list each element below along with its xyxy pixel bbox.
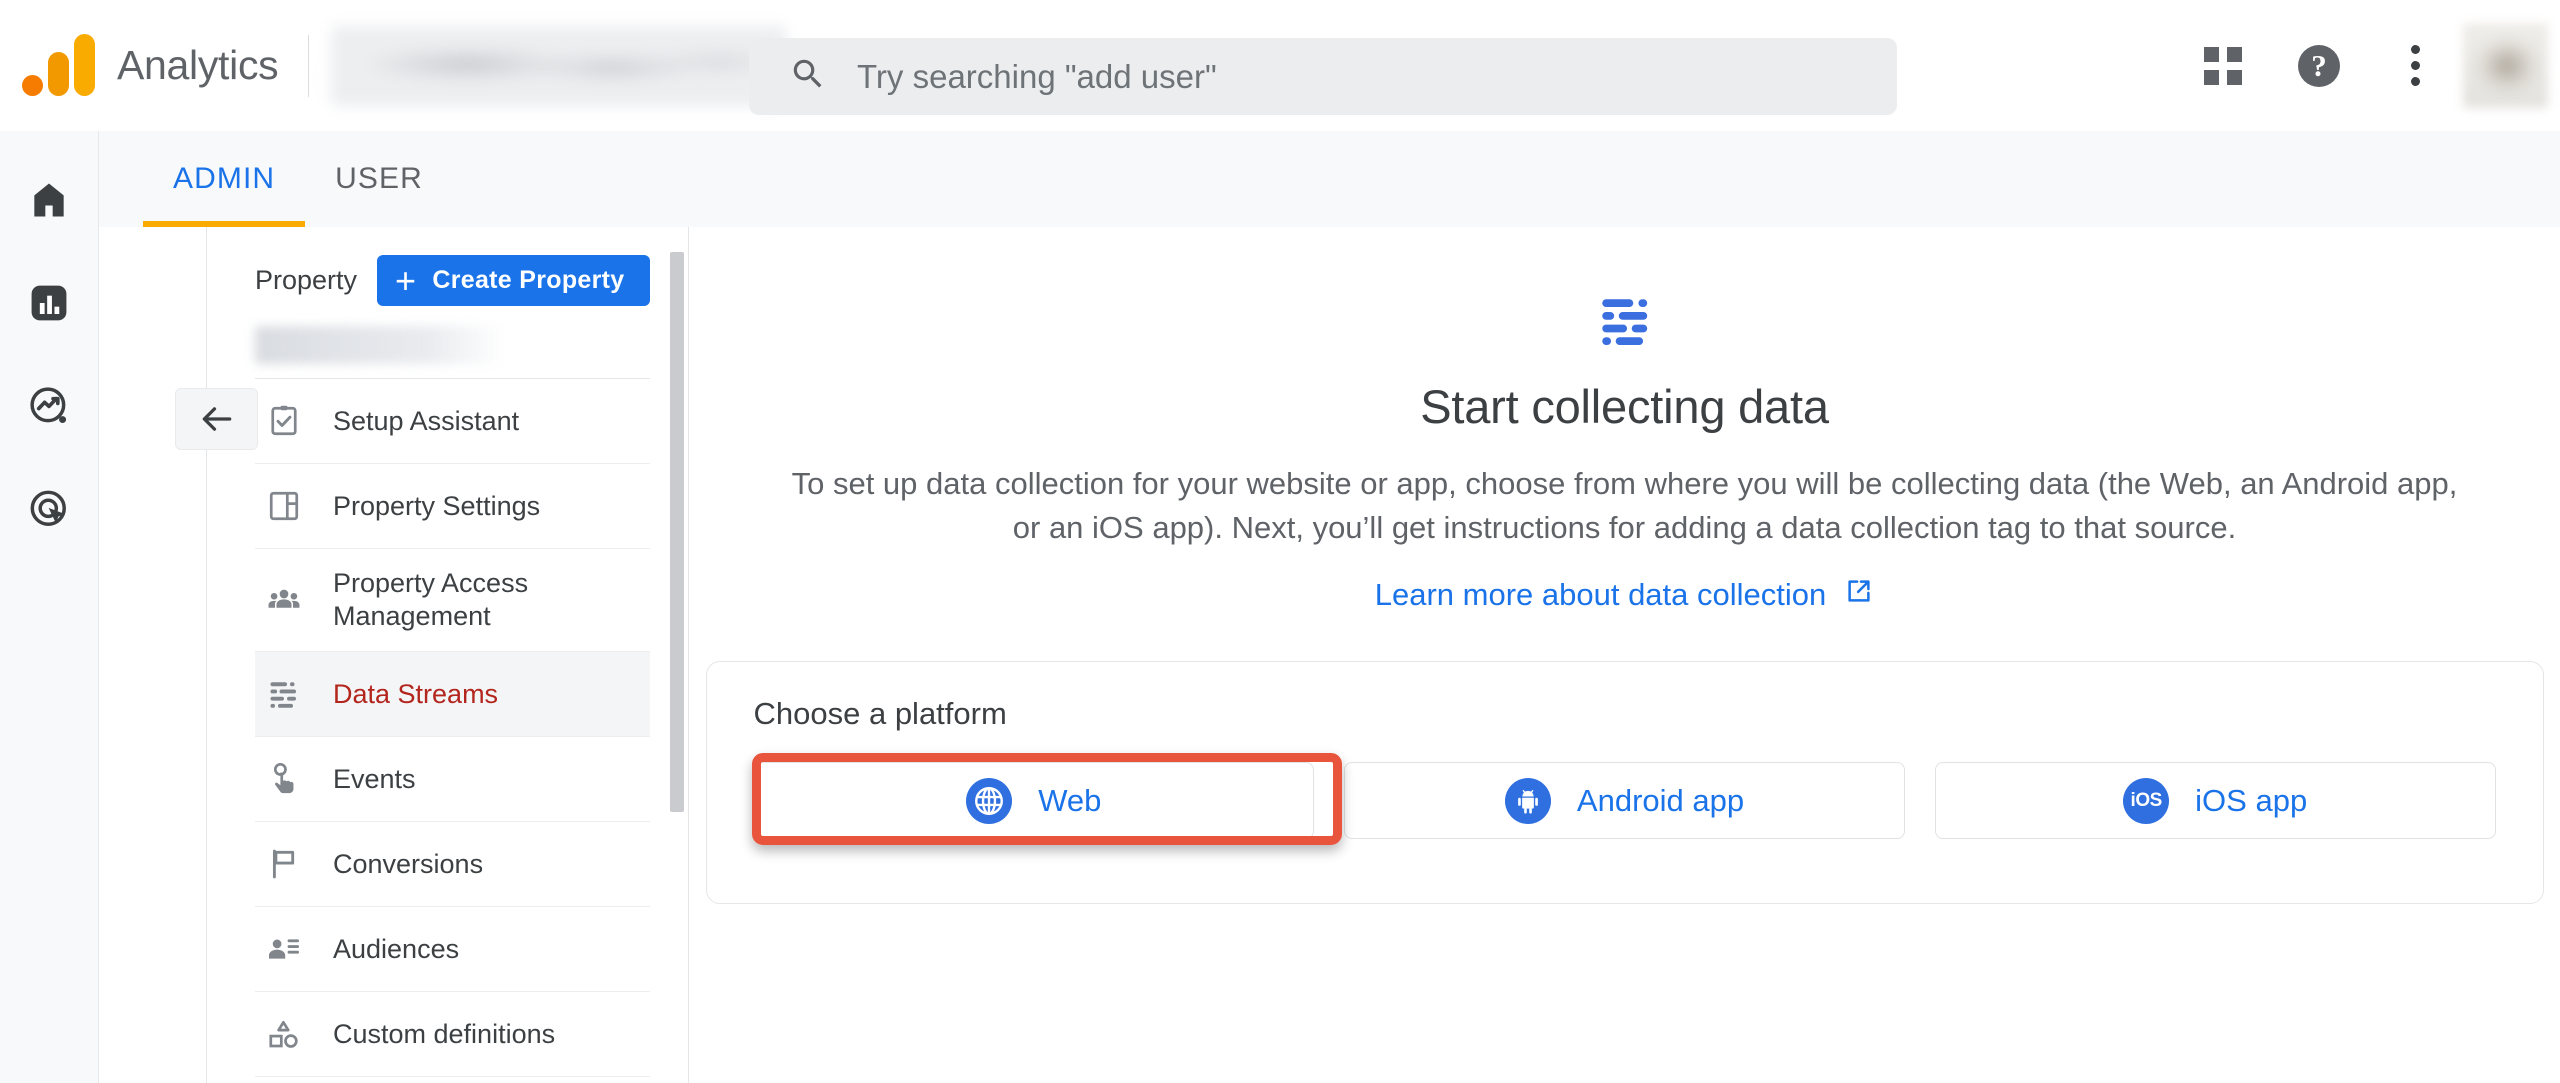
create-property-button[interactable]: + Create Property — [377, 255, 651, 306]
android-icon — [1504, 777, 1551, 824]
nav-item-audiences[interactable]: Audiences — [255, 907, 650, 992]
sidebar-item-reports[interactable] — [18, 272, 80, 334]
flag-icon — [263, 846, 305, 882]
sidebar-item-home[interactable] — [18, 169, 80, 231]
nav-item-property-settings[interactable]: Property Settings — [255, 464, 650, 549]
nav-item-custom-definitions[interactable]: Custom definitions — [255, 992, 650, 1077]
nav-label: Property Access Management — [333, 568, 529, 631]
search-input[interactable] — [857, 57, 1757, 96]
nav-item-property-access-management[interactable]: Property Access Management — [255, 549, 650, 652]
choose-platform-card: Choose a platform Web Android app iOS iO… — [705, 661, 2544, 905]
nav-label: Property Settings — [333, 490, 541, 521]
choose-platform-title: Choose a platform — [753, 696, 1007, 732]
touch-tap-icon — [263, 761, 305, 797]
platform-button-ios[interactable]: iOS iOS app — [1934, 762, 2496, 840]
clipboard-check-icon — [263, 403, 305, 439]
tab-admin[interactable]: ADMIN — [143, 131, 306, 227]
nav-item-events[interactable]: Events — [255, 737, 650, 822]
property-selector-redacted[interactable] — [331, 25, 787, 106]
learn-more-label: Learn more about data collection — [1374, 577, 1827, 613]
property-label: Property — [255, 265, 358, 295]
person-list-icon — [263, 931, 305, 967]
property-name-redacted — [255, 326, 505, 364]
page-title: Start collecting data — [1420, 380, 1829, 433]
nav-label: Audiences — [333, 933, 460, 964]
property-nav-list: Setup Assistant Property Settings Proper… — [255, 379, 650, 1077]
collapse-panel-button[interactable] — [175, 388, 258, 450]
overflow-menu-icon[interactable] — [2367, 18, 2463, 114]
ios-icon: iOS — [2123, 777, 2170, 824]
platform-buttons: Web Android app iOS iOS app — [753, 762, 2496, 840]
people-group-icon — [263, 582, 305, 618]
tab-user[interactable]: USER — [305, 131, 453, 227]
learn-more-link[interactable]: Learn more about data collection — [1375, 576, 1875, 614]
admin-property-panel: Property + Create Property Setup Assista… — [140, 227, 685, 1083]
nav-item-setup-assistant[interactable]: Setup Assistant — [255, 379, 650, 464]
search-icon — [789, 55, 827, 98]
platform-label: Android app — [1576, 782, 1745, 818]
create-property-label: Create Property — [432, 266, 625, 294]
platform-label: iOS app — [2195, 782, 2308, 818]
property-header: Property + Create Property — [140, 227, 685, 306]
logo-bar-tall — [74, 33, 95, 96]
column-divider — [206, 227, 207, 1083]
platform-button-web[interactable]: Web — [753, 762, 1315, 840]
layout-panel-icon — [263, 488, 305, 524]
tab-bar: ADMIN USER — [99, 131, 2560, 227]
platform-label: Web — [1038, 782, 1102, 818]
logo-bar-mid — [48, 51, 69, 96]
analytics-logo-icon[interactable] — [22, 33, 95, 96]
top-bar: Analytics ? — [0, 0, 2560, 131]
arrow-left-icon — [202, 407, 231, 431]
nav-label: Data Streams — [333, 678, 499, 709]
nav-item-data-streams[interactable]: Data Streams — [255, 652, 650, 737]
help-icon[interactable]: ? — [2271, 18, 2367, 114]
avatar[interactable] — [2463, 23, 2548, 108]
plus-icon: + — [395, 259, 417, 301]
brand-title: Analytics — [117, 42, 279, 88]
platform-button-android[interactable]: Android app — [1344, 762, 1905, 840]
logo-dot — [22, 74, 43, 96]
ios-badge-label: iOS — [2130, 789, 2163, 811]
left-rail — [0, 131, 99, 1083]
page-description: To set up data collection for your websi… — [791, 466, 2458, 546]
nav-label: Custom definitions — [333, 1018, 556, 1049]
nav-label: Setup Assistant — [333, 405, 520, 436]
globe-icon — [966, 777, 1013, 824]
nav-label: Events — [333, 763, 416, 794]
main-content: Start collecting data To set up data col… — [689, 227, 2560, 1083]
top-actions: ? — [2175, 0, 2560, 131]
data-streams-icon — [263, 676, 305, 712]
nav-item-conversions[interactable]: Conversions — [255, 822, 650, 907]
apps-grid-icon[interactable] — [2175, 18, 2271, 114]
sidebar-item-advertising[interactable] — [18, 478, 80, 540]
data-streams-hero-icon — [1594, 290, 1656, 357]
brand-divider — [308, 34, 310, 97]
nav-label: Conversions — [333, 848, 484, 879]
shapes-icon — [263, 1016, 305, 1052]
sidebar-item-explore[interactable] — [18, 375, 80, 437]
help-glyph: ? — [2298, 44, 2340, 87]
search-bar[interactable] — [749, 38, 1897, 115]
panel-scrollbar-thumb[interactable] — [670, 252, 684, 812]
open-in-new-icon — [1844, 576, 1874, 614]
